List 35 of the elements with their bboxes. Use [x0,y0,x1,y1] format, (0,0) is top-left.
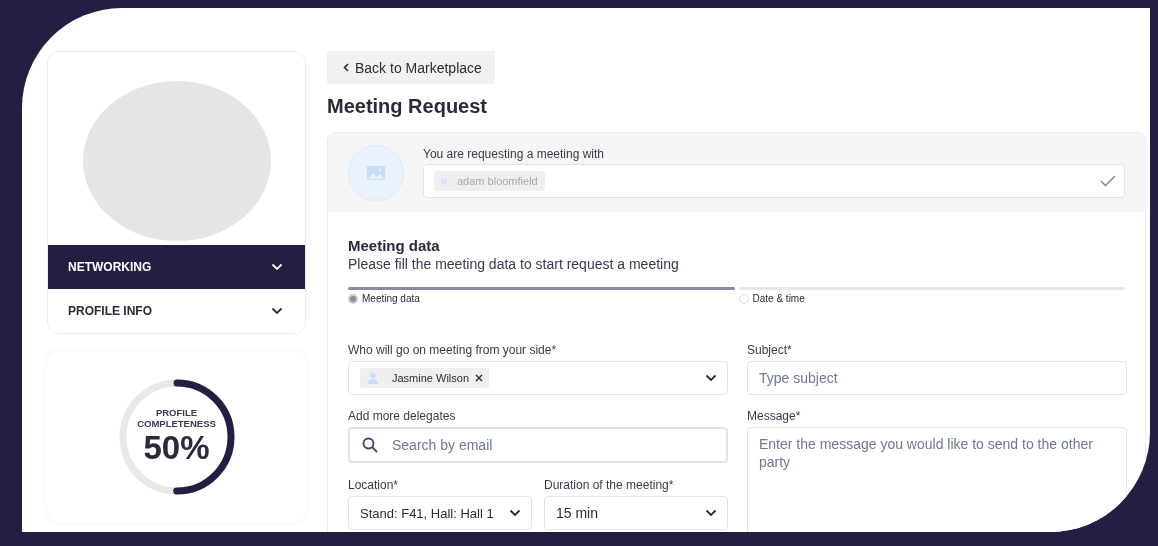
section-title: Meeting data [348,237,441,255]
location-select[interactable]: Stand: F41, Hall: Hall 1 [348,496,532,530]
chevron-down-icon [509,509,521,517]
completeness-title: PROFILE COMPLETENESS [136,406,217,429]
recipient-chip: adam bloomfield [434,171,545,191]
user-icon [441,178,447,184]
completeness-value: 50% [143,428,210,467]
field-label: Subject* [747,342,793,358]
image-icon [367,165,385,180]
chevron-down-icon [271,263,283,271]
field-label: Who will go on meeting from your side* [348,342,558,358]
person-chip: Jasmine Wilson [360,368,490,388]
remove-icon[interactable] [475,374,484,382]
section-subtitle: Please fill the meeting data to start request a meeting [348,255,680,273]
search-field[interactable]: Search by email [348,427,728,463]
delegate-select[interactable]: Jasmine Wilson [348,361,728,395]
back-button[interactable]: Back to Marketplace [327,51,495,84]
field-label: Message* [747,408,802,424]
chevron-down-icon [705,509,717,517]
sidebar-menu-item[interactable]: NETWORKING [48,245,305,289]
chevron-down-icon [705,374,717,382]
field-label: Add more delegates [348,408,457,424]
step-tab[interactable]: Date & time [738,293,1125,304]
message-field[interactable]: Enter the message you would like to send to the other party [747,427,1127,532]
person-icon [366,371,380,385]
recipient-label: You are requesting a meeting with [423,147,605,161]
field-label: Duration of the meeting* [544,477,675,493]
chevron-left-icon [343,63,349,72]
chevron-down-icon [271,307,283,315]
subject-field[interactable]: Type subject [747,361,1127,395]
search-icon [362,437,378,453]
page-title: Meeting Request [327,94,489,118]
duration-select[interactable]: 15 min [544,496,728,530]
field-label: Location* [348,477,400,493]
step-tab[interactable]: Meeting data [348,293,735,304]
